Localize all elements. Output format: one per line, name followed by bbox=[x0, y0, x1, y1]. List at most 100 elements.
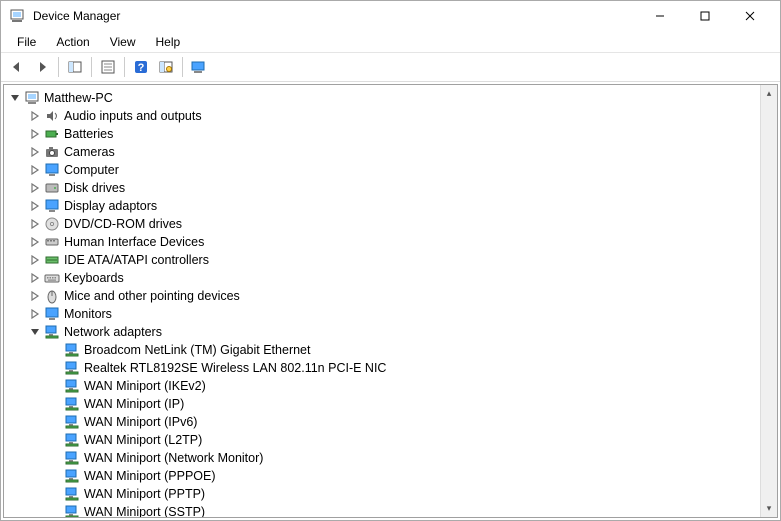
tree-category[interactable]: Monitors bbox=[4, 305, 760, 323]
expand-icon[interactable] bbox=[28, 181, 42, 195]
tree-root[interactable]: Matthew-PC bbox=[4, 89, 760, 107]
expander-none bbox=[48, 361, 62, 375]
network-icon bbox=[64, 342, 80, 358]
tree-device[interactable]: WAN Miniport (IPv6) bbox=[4, 413, 760, 431]
show-hide-console-tree-button[interactable] bbox=[63, 55, 87, 79]
tree-item-label: WAN Miniport (L2TP) bbox=[84, 433, 202, 447]
expand-icon[interactable] bbox=[28, 145, 42, 159]
device-tree[interactable]: Matthew-PC Audio inputs and outputs Batter… bbox=[4, 85, 760, 517]
expander-none bbox=[48, 469, 62, 483]
tree-device[interactable]: WAN Miniport (SSTP) bbox=[4, 503, 760, 517]
properties-button[interactable] bbox=[96, 55, 120, 79]
monitor-icon bbox=[44, 198, 60, 214]
tree-item-label: Computer bbox=[64, 163, 119, 177]
forward-button[interactable] bbox=[30, 55, 54, 79]
tree-device[interactable]: WAN Miniport (IP) bbox=[4, 395, 760, 413]
help-button[interactable]: ? bbox=[129, 55, 153, 79]
devmgr-app-icon bbox=[9, 8, 25, 24]
tree-item-label: Keyboards bbox=[64, 271, 124, 285]
tree-device[interactable]: Realtek RTL8192SE Wireless LAN 802.11n P… bbox=[4, 359, 760, 377]
tree-category[interactable]: Batteries bbox=[4, 125, 760, 143]
tree-item-label: Monitors bbox=[64, 307, 112, 321]
expander-none bbox=[48, 397, 62, 411]
view-devices-button[interactable] bbox=[187, 55, 211, 79]
toolbar-separator bbox=[58, 57, 59, 77]
scroll-up-arrow[interactable]: ▴ bbox=[761, 85, 778, 102]
content-area: Matthew-PC Audio inputs and outputs Batter… bbox=[3, 84, 778, 518]
tree-category[interactable]: Disk drives bbox=[4, 179, 760, 197]
menu-help[interactable]: Help bbox=[146, 33, 191, 51]
mouse-icon bbox=[44, 288, 60, 304]
expander-none bbox=[48, 343, 62, 357]
tree-item-label: WAN Miniport (IKEv2) bbox=[84, 379, 206, 393]
collapse-icon[interactable] bbox=[8, 91, 22, 105]
close-button[interactable] bbox=[727, 2, 772, 31]
scan-hardware-button[interactable] bbox=[154, 55, 178, 79]
tree-device[interactable]: WAN Miniport (L2TP) bbox=[4, 431, 760, 449]
collapse-icon[interactable] bbox=[28, 325, 42, 339]
expand-icon[interactable] bbox=[28, 127, 42, 141]
tree-item-label: Realtek RTL8192SE Wireless LAN 802.11n P… bbox=[84, 361, 386, 375]
menu-action[interactable]: Action bbox=[46, 33, 99, 51]
expand-icon[interactable] bbox=[28, 163, 42, 177]
tree-item-label: WAN Miniport (IPv6) bbox=[84, 415, 197, 429]
tree-item-label: Human Interface Devices bbox=[64, 235, 204, 249]
expander-none bbox=[48, 451, 62, 465]
expand-icon[interactable] bbox=[28, 289, 42, 303]
expand-icon[interactable] bbox=[28, 271, 42, 285]
scroll-down-arrow[interactable]: ▾ bbox=[761, 500, 778, 517]
computer-icon bbox=[24, 90, 40, 106]
expand-icon[interactable] bbox=[28, 235, 42, 249]
network-icon bbox=[64, 360, 80, 376]
tree-category[interactable]: Human Interface Devices bbox=[4, 233, 760, 251]
maximize-button[interactable] bbox=[682, 2, 727, 31]
audio-icon bbox=[44, 108, 60, 124]
titlebar: Device Manager bbox=[1, 1, 780, 31]
tree-item-label: WAN Miniport (PPPOE) bbox=[84, 469, 216, 483]
network-icon bbox=[64, 378, 80, 394]
tree-category[interactable]: IDE ATA/ATAPI controllers bbox=[4, 251, 760, 269]
tree-device[interactable]: WAN Miniport (IKEv2) bbox=[4, 377, 760, 395]
tree-category[interactable]: Computer bbox=[4, 161, 760, 179]
network-icon bbox=[64, 450, 80, 466]
expand-icon[interactable] bbox=[28, 199, 42, 213]
tree-category[interactable]: Audio inputs and outputs bbox=[4, 107, 760, 125]
minimize-button[interactable] bbox=[637, 2, 682, 31]
tree-device[interactable]: Broadcom NetLink (TM) Gigabit Ethernet bbox=[4, 341, 760, 359]
tree-item-label: Mice and other pointing devices bbox=[64, 289, 240, 303]
expand-icon[interactable] bbox=[28, 253, 42, 267]
menu-file[interactable]: File bbox=[7, 33, 46, 51]
tree-item-label: Broadcom NetLink (TM) Gigabit Ethernet bbox=[84, 343, 310, 357]
expander-none bbox=[48, 379, 62, 393]
menu-view[interactable]: View bbox=[100, 33, 146, 51]
window-title: Device Manager bbox=[33, 9, 637, 23]
tree-category[interactable]: Cameras bbox=[4, 143, 760, 161]
tree-category[interactable]: Mice and other pointing devices bbox=[4, 287, 760, 305]
monitor-icon bbox=[44, 162, 60, 178]
network-icon bbox=[64, 432, 80, 448]
tree-item-label: Audio inputs and outputs bbox=[64, 109, 202, 123]
tree-item-label: Batteries bbox=[64, 127, 113, 141]
network-icon bbox=[64, 504, 80, 517]
expand-icon[interactable] bbox=[28, 217, 42, 231]
vertical-scrollbar[interactable]: ▴ ▾ bbox=[760, 85, 777, 517]
disc-icon bbox=[44, 216, 60, 232]
hid-icon bbox=[44, 234, 60, 250]
back-button[interactable] bbox=[5, 55, 29, 79]
expand-icon[interactable] bbox=[28, 307, 42, 321]
ide-icon bbox=[44, 252, 60, 268]
expand-icon[interactable] bbox=[28, 109, 42, 123]
keyboard-icon bbox=[44, 270, 60, 286]
battery-icon bbox=[44, 126, 60, 142]
monitor-icon bbox=[44, 306, 60, 322]
tree-device[interactable]: WAN Miniport (Network Monitor) bbox=[4, 449, 760, 467]
tree-category[interactable]: Keyboards bbox=[4, 269, 760, 287]
tree-item-label: Network adapters bbox=[64, 325, 162, 339]
tree-category[interactable]: DVD/CD-ROM drives bbox=[4, 215, 760, 233]
tree-device[interactable]: WAN Miniport (PPTP) bbox=[4, 485, 760, 503]
tree-category[interactable]: Display adaptors bbox=[4, 197, 760, 215]
network-icon bbox=[64, 396, 80, 412]
tree-category[interactable]: Network adapters bbox=[4, 323, 760, 341]
tree-item-label: Display adaptors bbox=[64, 199, 157, 213]
tree-device[interactable]: WAN Miniport (PPPOE) bbox=[4, 467, 760, 485]
